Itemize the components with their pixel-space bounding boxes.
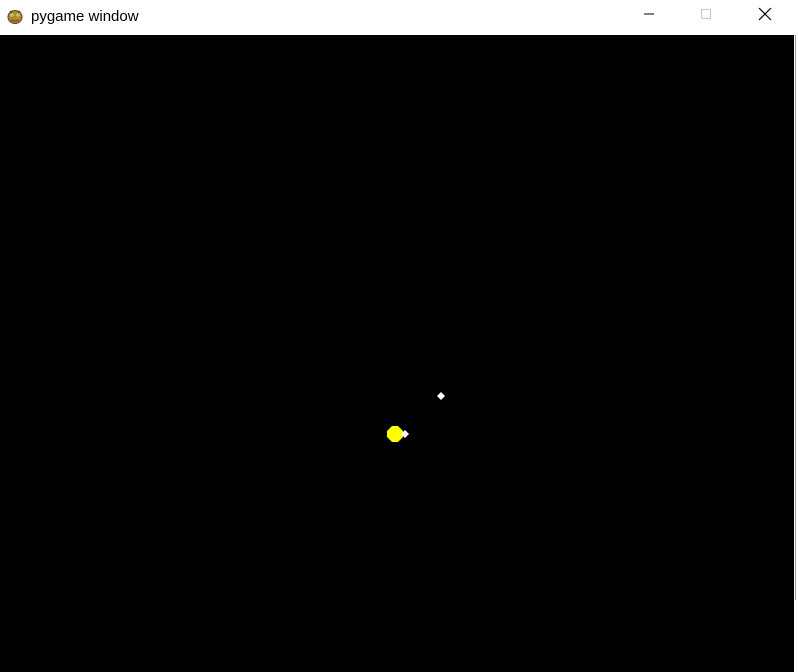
window-title: pygame window xyxy=(31,8,139,25)
title-bar[interactable]: pygame window xyxy=(0,0,798,34)
pygame-icon xyxy=(6,7,24,25)
planet-near xyxy=(401,430,409,438)
close-icon xyxy=(758,7,772,26)
minimize-button[interactable] xyxy=(626,0,672,32)
window-border-line xyxy=(795,35,796,600)
minimize-icon xyxy=(643,7,655,25)
planet-far xyxy=(437,392,445,400)
close-button[interactable] xyxy=(742,0,788,32)
maximize-icon xyxy=(700,7,712,25)
game-canvas[interactable] xyxy=(0,35,794,672)
pygame-window: pygame window xyxy=(0,0,798,672)
maximize-button[interactable] xyxy=(683,0,729,32)
